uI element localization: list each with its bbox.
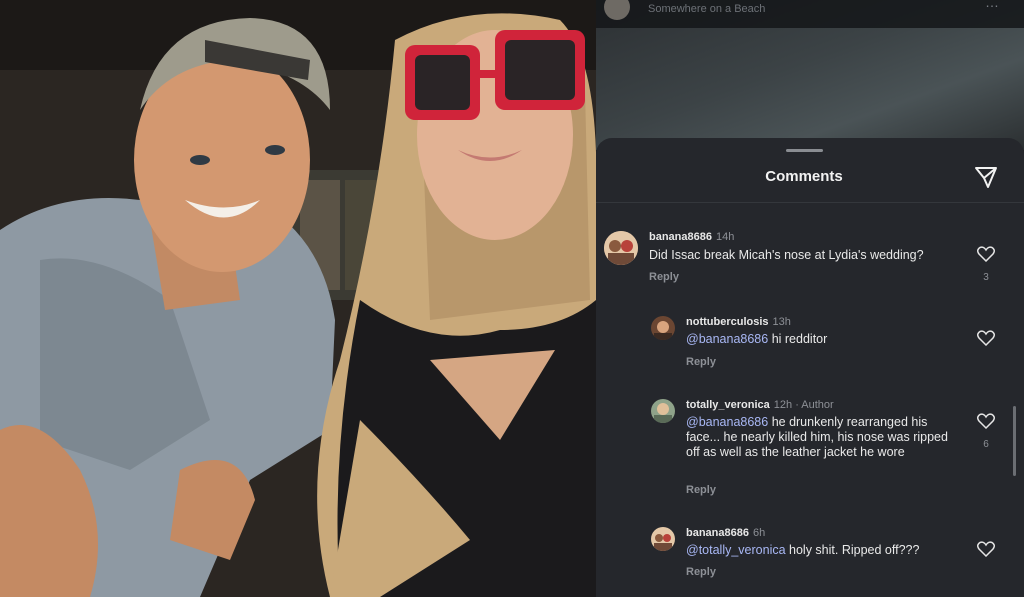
reply-button[interactable]: Reply [686,484,716,496]
avatar-image [651,527,675,551]
send-button[interactable] [973,164,999,190]
selfie-photo [0,0,596,597]
post-location[interactable]: Somewhere on a Beach [648,3,765,15]
comment-mention[interactable]: @banana8686 [686,415,768,429]
comment-text: @totally_veronica holy shit. Ripped off?… [686,543,920,557]
comment-mention[interactable]: @totally_veronica [686,543,786,557]
scrollbar[interactable] [1013,406,1016,476]
comments-sheet: Comments banana8686 14h Did Issac break M… [596,138,1024,597]
comment-text: @banana8686 hi redditor [686,332,828,346]
avatar[interactable] [651,316,675,340]
avatar-image [651,316,675,340]
comment-time: 12h [773,399,793,411]
post-author-avatar[interactable] [604,0,630,20]
sheet-drag-handle[interactable] [786,149,823,152]
comment-text: Did Issac break Micah's nose at Lydia's … [649,248,924,262]
comment-username[interactable]: banana8686 14h [649,231,734,243]
comment-username[interactable]: nottuberculosis 13h [686,316,791,328]
reply-button[interactable]: Reply [686,356,716,368]
more-options-icon[interactable]: … [985,0,1000,10]
instagram-comments-screen: Somewhere on a Beach … Comments banana86… [596,0,1024,597]
like-count: 6 [983,439,989,450]
comment-username[interactable]: banana8686 6h [686,527,765,539]
divider [596,202,1024,203]
like-count: 3 [983,272,989,283]
reply-button[interactable]: Reply [649,271,679,283]
comment-time: 13h [772,316,791,328]
comment-username[interactable]: totally_veronica 12h · Author [686,399,834,411]
comment-text: @banana8686 he drunkenly rearranged his … [686,415,948,459]
heart-icon[interactable] [977,330,995,346]
avatar-image [604,231,638,265]
heart-icon[interactable] [977,541,995,557]
reply-button[interactable]: Reply [686,566,716,578]
avatar-image [651,399,675,423]
avatar[interactable] [604,231,638,265]
selfie-illustration [0,0,596,597]
post-header: Somewhere on a Beach … [596,0,1024,28]
comment-time: 6h [752,527,766,539]
avatar[interactable] [651,527,675,551]
comment-time: 14h [715,231,735,243]
heart-icon[interactable] [977,413,995,429]
comments-title: Comments [765,168,843,185]
comment-mention[interactable]: @banana8686 [686,332,768,346]
paper-plane-icon [975,167,997,188]
heart-icon[interactable] [977,246,995,262]
avatar[interactable] [651,399,675,423]
author-badge: · Author [795,399,834,411]
